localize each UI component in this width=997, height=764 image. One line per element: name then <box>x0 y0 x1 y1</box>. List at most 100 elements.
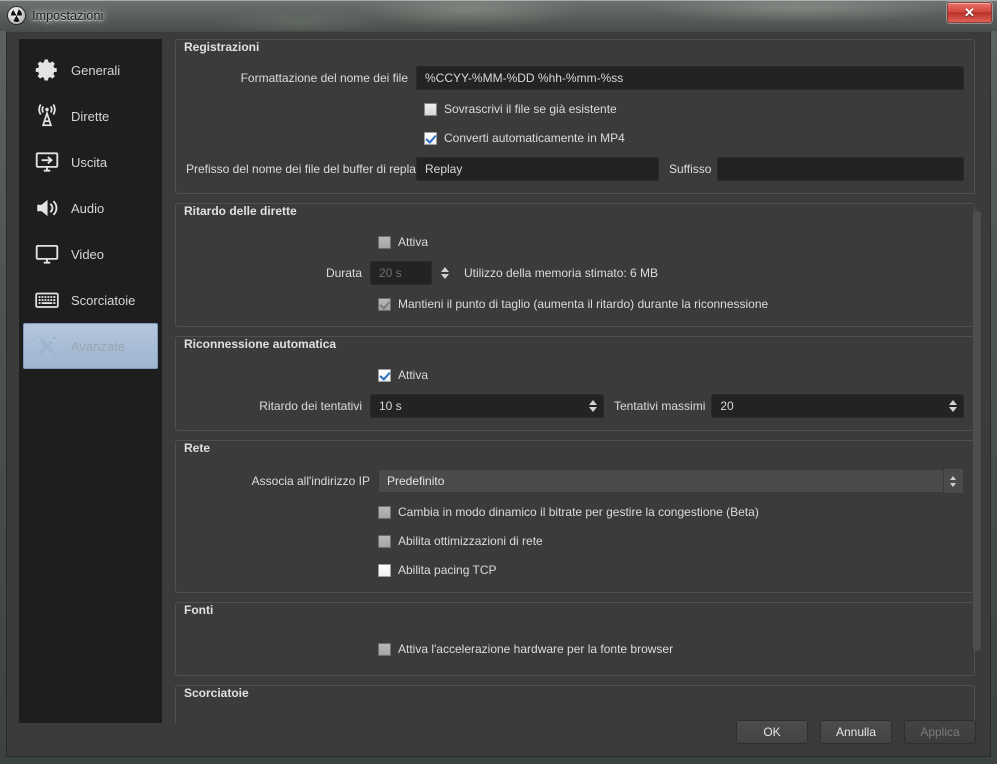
row-delay-preserve: Mantieni il punto di taglio (aumenta il … <box>186 294 964 314</box>
titlebar: Impostazioni <box>0 0 997 31</box>
settings-sidebar: Generali Dirette Uscita Audio Video Scor… <box>19 39 162 723</box>
row-filename-formatting: Formattazione del nome dei file %CCYY-%M… <box>186 66 964 90</box>
apply-button: Applica <box>904 720 976 744</box>
max-retries-label: Tentativi massimi <box>614 399 706 413</box>
speaker-icon <box>32 193 62 223</box>
gear-icon <box>32 55 62 85</box>
group-rete: Rete Associa all'indirizzo IP Predefinit… <box>175 440 975 593</box>
tools-icon <box>32 331 62 361</box>
overwrite-label[interactable]: Sovrascrivi il file se già esistente <box>444 102 617 116</box>
replay-suffix-input[interactable] <box>717 157 964 181</box>
row-bind-ip: Associa all'indirizzo IP Predefinito <box>186 469 964 493</box>
row-reconnect-delay: Ritardo dei tentativi 10 s Tentativi mas… <box>186 394 964 418</box>
keyboard-icon <box>32 285 62 315</box>
delay-duration-label: Durata <box>325 266 362 280</box>
sidebar-item-label: Audio <box>71 200 105 216</box>
close-icon[interactable]: ✕ <box>947 2 992 23</box>
delay-preserve-checkbox[interactable] <box>378 297 391 311</box>
delay-duration-input[interactable]: 20 s <box>370 261 432 285</box>
reconnect-enable-label[interactable]: Attiva <box>398 368 428 382</box>
row-tcp-pacing: Abilita pacing TCP <box>186 560 964 580</box>
chevron-updown-icon <box>943 469 963 493</box>
replay-suffix-label: Suffisso <box>669 162 712 176</box>
scrollbar-thumb[interactable] <box>973 211 981 651</box>
sidebar-item-label: Generali <box>71 62 121 78</box>
dynamic-bitrate-label[interactable]: Cambia in modo dinamico il bitrate per g… <box>398 505 759 519</box>
row-overwrite: Sovrascrivi il file se già esistente <box>186 99 964 119</box>
sidebar-item-uscita[interactable]: Uscita <box>23 139 158 185</box>
row-reconnect-enable: Attiva <box>186 365 964 385</box>
retry-delay-input[interactable]: 10 s <box>370 394 604 418</box>
group-title: Fonti <box>184 603 214 617</box>
client-area: Generali Dirette Uscita Audio Video Scor… <box>6 31 991 757</box>
settings-window: Impostazioni ✕ Generali Dirette Uscita A… <box>0 0 997 764</box>
overwrite-checkbox[interactable] <box>424 102 437 116</box>
sidebar-item-label: Avanzate <box>71 338 125 354</box>
row-browser-hwaccel: Attiva l'accelerazione hardware per la f… <box>186 639 964 659</box>
cancel-button[interactable]: Annulla <box>820 720 892 744</box>
delay-duration-stepper[interactable] <box>436 261 454 285</box>
monitor-icon <box>32 239 62 269</box>
delay-enable-label[interactable]: Attiva <box>398 235 428 249</box>
row-delay-enable: Attiva <box>186 232 964 252</box>
remux-checkbox[interactable] <box>424 131 437 145</box>
group-title: Riconnessione automatica <box>184 337 337 351</box>
sidebar-item-label: Video <box>71 246 105 262</box>
delay-preserve-label[interactable]: Mantieni il punto di taglio (aumenta il … <box>398 297 768 311</box>
max-retries-stepper[interactable] <box>944 395 962 417</box>
retry-delay-stepper[interactable] <box>584 395 602 417</box>
sidebar-item-avanzate[interactable]: Avanzate <box>23 323 158 369</box>
sidebar-item-scorciatoie[interactable]: Scorciatoie <box>23 277 158 323</box>
browser-hwaccel-checkbox[interactable] <box>378 642 391 656</box>
sidebar-item-video[interactable]: Video <box>23 231 158 277</box>
filename-formatting-input[interactable]: %CCYY-%MM-%DD %hh-%mm-%ss <box>416 66 964 90</box>
window-title: Impostazioni <box>32 8 104 23</box>
output-icon <box>32 147 62 177</box>
group-ritardo-dirette: Ritardo delle dirette Attiva Durata 20 s… <box>175 203 975 327</box>
browser-hwaccel-label[interactable]: Attiva l'accelerazione hardware per la f… <box>398 642 673 656</box>
reconnect-enable-checkbox[interactable] <box>378 368 391 382</box>
bind-ip-select[interactable]: Predefinito <box>378 469 964 493</box>
broadcast-icon <box>32 101 62 131</box>
sidebar-item-generali[interactable]: Generali <box>23 47 158 93</box>
tcp-pacing-checkbox[interactable] <box>378 563 391 577</box>
dialog-buttons: OK Annulla Applica <box>736 720 976 744</box>
row-delay-duration: Durata 20 s Utilizzo della memoria stima… <box>186 261 964 285</box>
sidebar-item-label: Dirette <box>71 108 110 124</box>
ok-button[interactable]: OK <box>736 720 808 744</box>
row-replay-prefix: Prefisso del nome dei file del buffer di… <box>186 157 964 181</box>
tcp-pacing-label[interactable]: Abilita pacing TCP <box>398 563 497 577</box>
group-fonti: Fonti Attiva l'accelerazione hardware pe… <box>175 602 975 676</box>
filename-formatting-label: Formattazione del nome dei file <box>240 71 408 85</box>
sidebar-item-label: Scorciatoie <box>71 292 136 308</box>
bind-ip-value: Predefinito <box>387 474 445 488</box>
retry-delay-label: Ritardo dei tentativi <box>259 399 362 413</box>
sidebar-item-dirette[interactable]: Dirette <box>23 93 158 139</box>
row-network-optimizations: Abilita ottimizzazioni di rete <box>186 531 964 551</box>
replay-prefix-label: Prefisso del nome dei file del buffer di… <box>186 162 422 176</box>
row-dynamic-bitrate: Cambia in modo dinamico il bitrate per g… <box>186 502 964 522</box>
delay-enable-checkbox[interactable] <box>378 235 391 249</box>
dynamic-bitrate-checkbox[interactable] <box>378 505 391 519</box>
sidebar-item-label: Uscita <box>71 154 108 170</box>
max-retries-input[interactable]: 20 <box>711 394 964 418</box>
group-scorciatoie: Scorciatoie Comportamento Focus Scorciat… <box>175 685 975 723</box>
group-registrazioni: Registrazioni Formattazione del nome dei… <box>175 39 975 194</box>
group-title: Rete <box>184 441 211 455</box>
obs-logo-icon <box>8 7 25 24</box>
close-glyph: ✕ <box>964 4 975 20</box>
remux-label[interactable]: Converti automaticamente in MP4 <box>444 131 625 145</box>
settings-scroll-area: Registrazioni Formattazione del nome dei… <box>170 39 980 723</box>
settings-scrollbar[interactable] <box>971 39 983 723</box>
delay-memory-note: Utilizzo della memoria stimato: 6 MB <box>464 266 659 280</box>
group-title: Ritardo delle dirette <box>184 204 297 218</box>
group-title: Registrazioni <box>184 40 260 54</box>
group-title: Scorciatoie <box>184 686 249 700</box>
row-remux: Converti automaticamente in MP4 <box>186 128 964 148</box>
network-optimizations-label[interactable]: Abilita ottimizzazioni di rete <box>398 534 543 548</box>
sidebar-item-audio[interactable]: Audio <box>23 185 158 231</box>
group-riconnessione: Riconnessione automatica Attiva Ritardo … <box>175 336 975 431</box>
replay-prefix-input[interactable]: Replay <box>416 157 659 181</box>
network-optimizations-checkbox[interactable] <box>378 534 391 548</box>
bind-ip-label: Associa all'indirizzo IP <box>251 474 370 488</box>
